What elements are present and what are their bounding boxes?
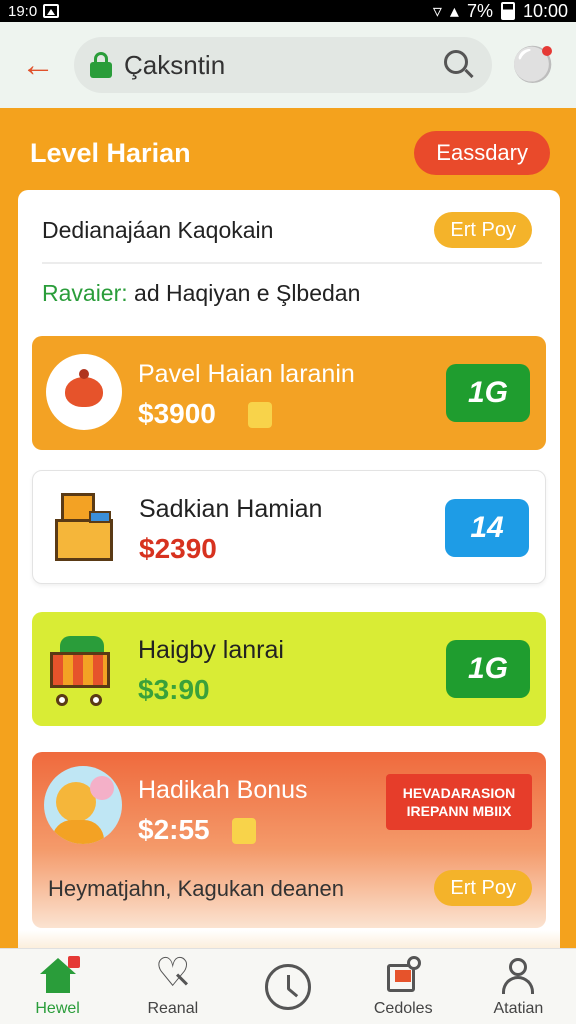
person-icon — [498, 956, 538, 996]
box-icon — [55, 493, 115, 561]
promo-label-line1: HEVADARASION — [402, 785, 516, 801]
character-avatar-icon — [44, 766, 122, 844]
nav-item-profile[interactable]: Atatian — [461, 949, 576, 1024]
status-time-left: 19:0 — [8, 2, 38, 20]
header-pill-button[interactable]: Eassdary — [414, 131, 550, 175]
coin-icon — [232, 818, 256, 844]
card-title-row: Dedianajáan Kaqokain Ert Poy — [42, 210, 532, 250]
nav-item-coupons[interactable]: Cedoles — [346, 949, 461, 1024]
item-price: $3:90 — [138, 674, 210, 705]
nav-label: Cedoles — [373, 999, 433, 1017]
wifi-icon: ▿ — [432, 0, 442, 21]
list-item[interactable]: Sadkian Hamian $2390 14 — [32, 470, 546, 584]
card-subtitle-accent: Ravaier: — [42, 280, 128, 306]
list-item[interactable]: Pavel Haian laranin $3900 1G — [32, 336, 546, 450]
heart-search-icon — [153, 950, 193, 996]
section-header: Level Harian Eassdary — [30, 130, 550, 176]
signal-icon: ▴ — [449, 0, 459, 21]
battery-percent: 7% — [466, 0, 493, 21]
back-button[interactable]: ← — [16, 43, 60, 87]
item-name: Haigby lanrai — [138, 636, 284, 664]
status-bar: 19:0 ▿ ▴ 7% 10:00 — [0, 0, 576, 22]
bonus-pay-button[interactable]: Ert Poy — [434, 870, 532, 906]
promo-label-line2: IREPANN MBIIX — [406, 803, 512, 819]
notification-dot — [542, 46, 552, 56]
item-badge-button[interactable]: 1G — [446, 640, 530, 698]
divider — [42, 262, 542, 264]
fruit-icon — [46, 354, 122, 430]
notification-button[interactable]: ⚪ — [510, 42, 556, 88]
nav-item-home[interactable]: Hewel — [0, 949, 115, 1024]
item-price: $3900 — [138, 398, 216, 429]
bonus-price: $2:55 — [138, 814, 210, 845]
lock-icon — [90, 52, 112, 78]
item-name: Sadkian Hamian — [139, 495, 323, 523]
image-notification-icon — [43, 4, 60, 18]
top-bar: ← Çaksntin ⚪ — [0, 22, 576, 108]
nav-label: Reanal — [147, 999, 199, 1017]
promo-label: HEVADARASION IREPANN MBIIX — [386, 774, 532, 830]
bonus-title: Hadikah Bonus — [138, 776, 308, 804]
search-icon[interactable] — [442, 48, 476, 82]
item-badge-button[interactable]: 14 — [445, 499, 529, 557]
bottom-nav: Hewel Reanal Cedoles Atatian — [0, 948, 576, 1024]
clock-icon — [265, 963, 311, 1010]
content-card: Dedianajáan Kaqokain Ert Poy Ravaier: ad… — [18, 190, 560, 960]
item-price: $2390 — [139, 533, 217, 564]
status-clock: 10:00 — [522, 0, 568, 21]
search-input[interactable]: Çaksntin — [124, 50, 442, 81]
card-subtitle: Ravaier: ad Haqiyan e Şlbedan — [42, 280, 360, 307]
arrow-left-icon: ← — [21, 45, 55, 84]
bonus-card[interactable]: Hadikah Bonus $2:55 HEVADARASION IREPANN… — [32, 752, 546, 928]
search-bar[interactable]: Çaksntin — [74, 37, 492, 93]
section-title: Level Harian — [30, 137, 191, 168]
item-name: Pavel Haian laranin — [138, 360, 355, 388]
item-badge-button[interactable]: 1G — [446, 364, 530, 422]
bonus-footer-text: Heymatjahn, Kagukan deanen — [48, 876, 344, 901]
home-icon — [38, 955, 80, 996]
nav-item-search[interactable]: Reanal — [115, 949, 230, 1024]
shopping-cart-icon — [46, 632, 118, 708]
battery-icon — [500, 2, 515, 20]
nav-item-history[interactable] — [230, 949, 345, 1024]
list-item[interactable]: Haigby lanrai $3:90 1G — [32, 612, 546, 726]
card-title: Dedianajáan Kaqokain — [42, 216, 274, 243]
card-subtitle-text: ad Haqiyan e Şlbedan — [127, 280, 361, 306]
nav-label: Atatian — [493, 999, 544, 1017]
nav-label: Hewel — [35, 999, 80, 1017]
tag-icon — [383, 955, 423, 996]
coin-icon — [248, 402, 272, 428]
card-pay-button[interactable]: Ert Poy — [434, 212, 532, 248]
